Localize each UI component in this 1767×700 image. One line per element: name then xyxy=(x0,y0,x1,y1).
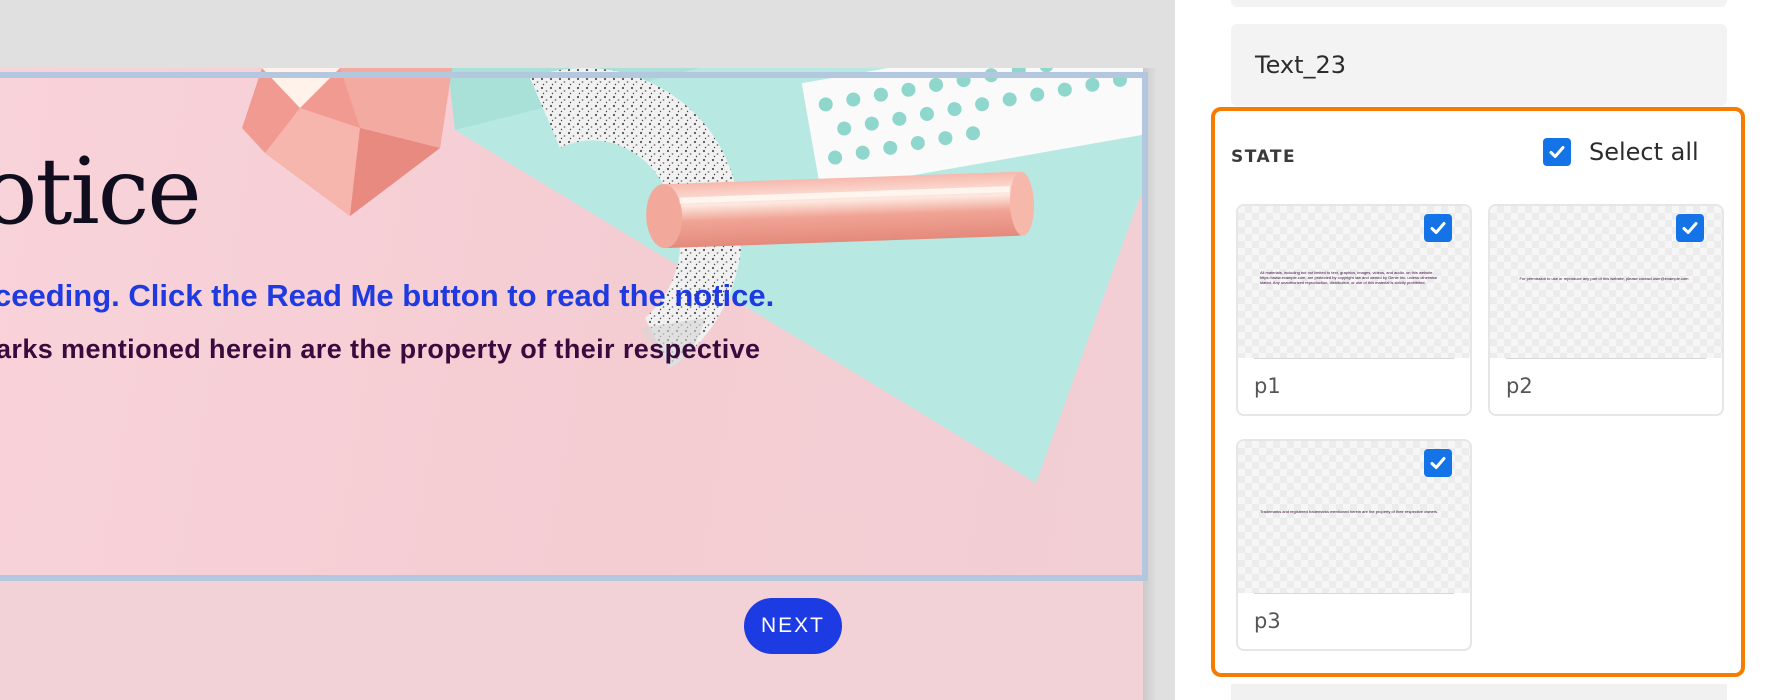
next-field[interactable] xyxy=(1231,684,1727,700)
card-divider xyxy=(1506,358,1706,359)
state-name: p3 xyxy=(1254,609,1281,633)
notice-trademark-text[interactable]: arks mentioned herein are the property o… xyxy=(0,334,760,365)
previous-field[interactable] xyxy=(1231,0,1727,7)
state-preview-text: For permission to use or reproduce any p… xyxy=(1519,276,1689,281)
properties-panel: Text_23 STATE Select all All materials, … xyxy=(1175,0,1767,700)
state-checkbox-p2[interactable] xyxy=(1676,214,1704,242)
checkmark-icon xyxy=(1430,457,1446,469)
next-button[interactable]: NEXT xyxy=(744,598,842,654)
select-all-checkbox[interactable] xyxy=(1543,138,1571,166)
state-card-p1[interactable]: All materials, including but not limited… xyxy=(1236,204,1472,416)
state-name: p1 xyxy=(1254,374,1281,398)
canvas-workspace: otice ceeding. Click the Read Me button … xyxy=(0,0,1175,700)
slide-shadow xyxy=(1143,68,1157,700)
state-section: STATE Select all All materials, includin… xyxy=(1211,107,1745,677)
state-name: p2 xyxy=(1506,374,1533,398)
state-checkbox-p3[interactable] xyxy=(1424,449,1452,477)
state-card-p3[interactable]: Trademarks and registered trademarks men… xyxy=(1236,439,1472,651)
card-divider xyxy=(1254,593,1454,594)
notice-title[interactable]: otice xyxy=(0,146,202,238)
card-divider xyxy=(1254,358,1454,359)
state-preview-text: All materials, including but not limited… xyxy=(1260,270,1438,285)
element-name-field[interactable]: Text_23 xyxy=(1231,24,1727,106)
state-checkbox-p1[interactable] xyxy=(1424,214,1452,242)
checkmark-icon xyxy=(1549,146,1565,158)
slide[interactable]: otice ceeding. Click the Read Me button … xyxy=(0,68,1143,700)
state-card-p2[interactable]: For permission to use or reproduce any p… xyxy=(1488,204,1724,416)
checkmark-icon xyxy=(1430,222,1446,234)
state-preview-text: Trademarks and registered trademarks men… xyxy=(1260,509,1439,514)
checkmark-icon xyxy=(1682,222,1698,234)
select-all-control[interactable]: Select all xyxy=(1543,138,1699,166)
hero-image: otice ceeding. Click the Read Me button … xyxy=(0,68,1143,580)
notice-instruction-text[interactable]: ceeding. Click the Read Me button to rea… xyxy=(0,278,774,314)
select-all-label: Select all xyxy=(1589,138,1699,166)
state-heading: STATE xyxy=(1231,147,1297,167)
